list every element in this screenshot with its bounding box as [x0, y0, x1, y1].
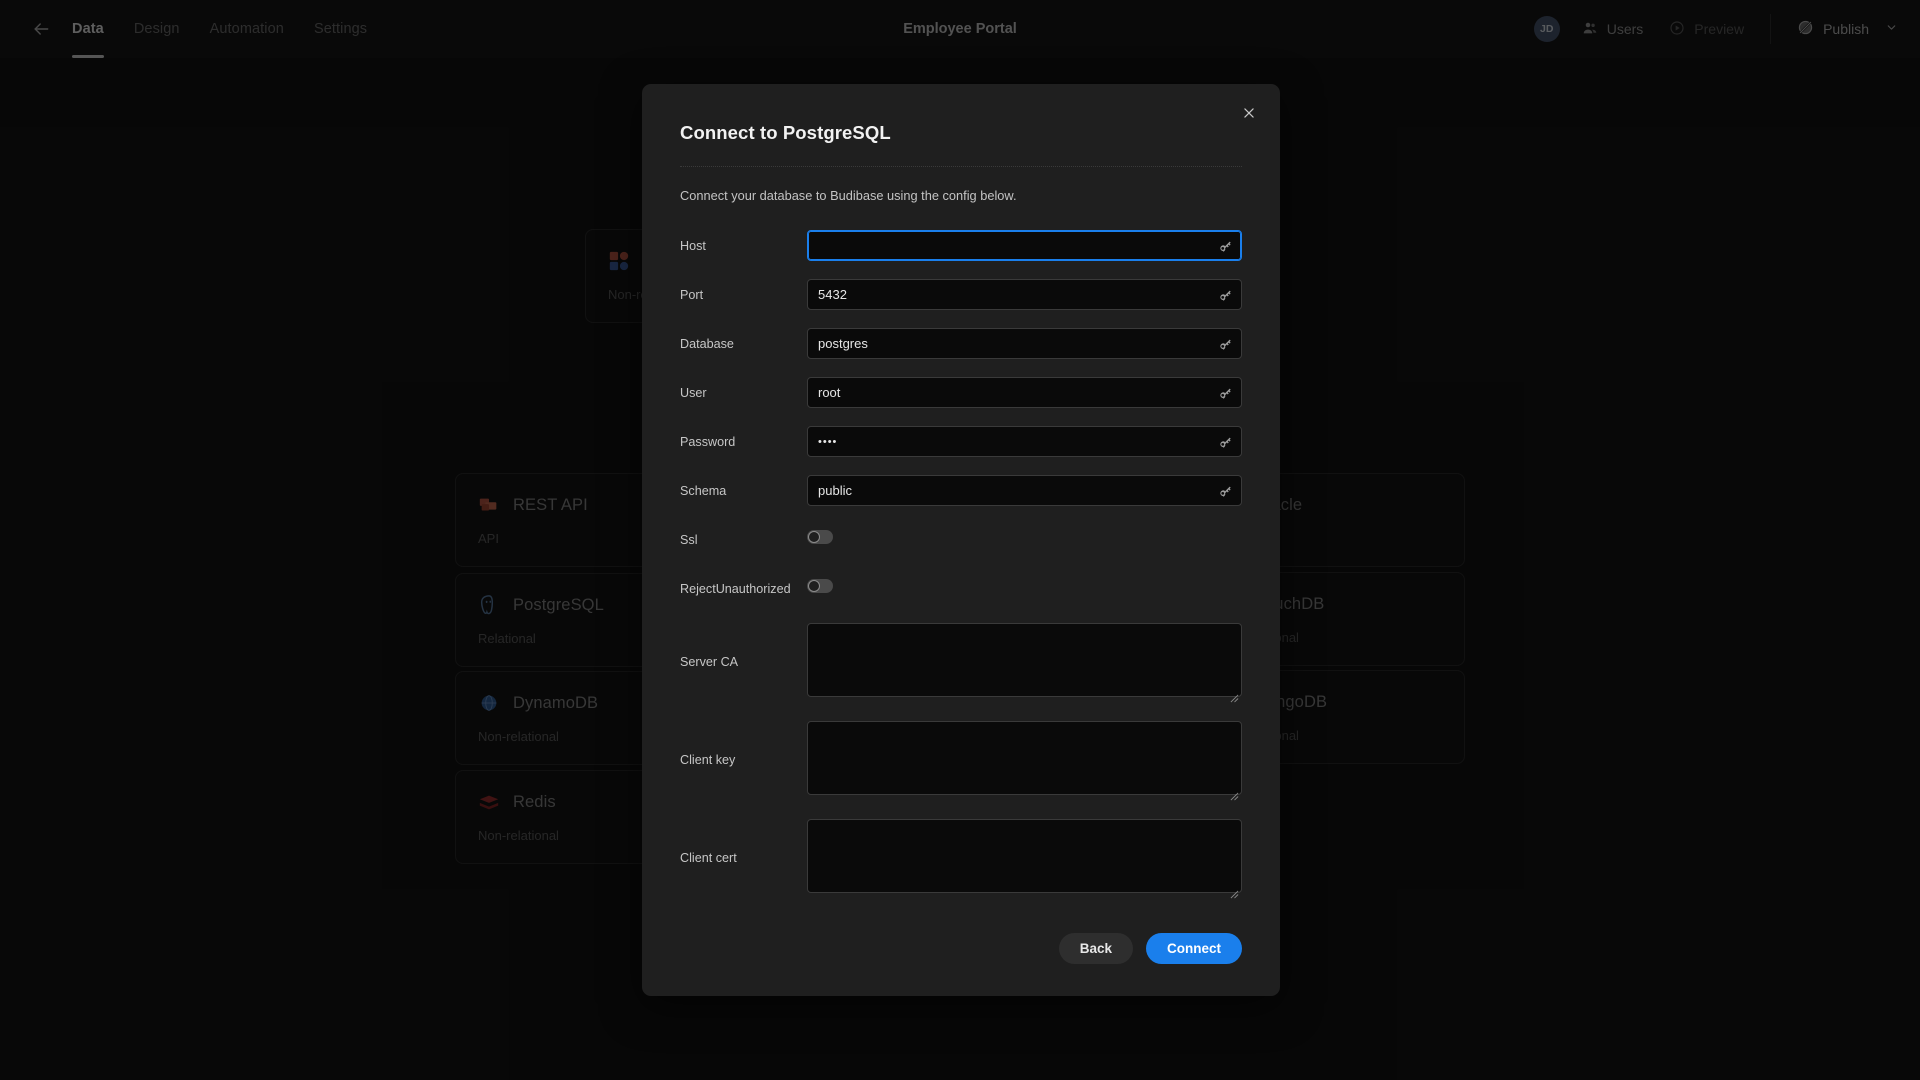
label-database: Database — [680, 336, 734, 351]
control-port — [807, 279, 1242, 310]
form-row-port: Port — [680, 270, 1242, 319]
user-input[interactable] — [807, 377, 1242, 408]
label-client-key: Client key — [680, 753, 736, 767]
key-icon[interactable] — [1218, 287, 1233, 302]
control-password — [807, 426, 1242, 457]
form-row-user: User — [680, 368, 1242, 417]
label-port: Port — [680, 287, 704, 302]
label-user: User — [680, 385, 707, 400]
connect-button[interactable]: Connect — [1146, 933, 1242, 964]
toggle-knob — [808, 531, 820, 543]
form-row-password: Password — [680, 417, 1242, 466]
connect-postgresql-modal: Connect to PostgreSQL Connect your datab… — [642, 84, 1280, 996]
password-input[interactable] — [807, 426, 1242, 457]
database-input[interactable] — [807, 328, 1242, 359]
label-client-cert: Client cert — [680, 851, 737, 865]
form-row-host: Host — [680, 221, 1242, 270]
app-root: Data Design Automation Settings Employee… — [0, 0, 1920, 1080]
label-ssl: Ssl — [680, 532, 698, 547]
control-client-key — [807, 720, 1242, 800]
host-input[interactable] — [807, 230, 1242, 261]
close-icon[interactable] — [1236, 100, 1262, 126]
label-host: Host — [680, 238, 706, 253]
key-icon[interactable] — [1218, 385, 1233, 400]
label-password: Password — [680, 434, 736, 449]
client-cert-textarea[interactable] — [807, 818, 1242, 893]
control-user — [807, 377, 1242, 408]
form-row-client-key: Client key — [680, 711, 1242, 809]
form-row-client-cert: Client cert — [680, 809, 1242, 907]
label-server-ca: Server CA — [680, 655, 739, 669]
control-host — [807, 230, 1242, 261]
modal-body: Connect to PostgreSQL Connect your datab… — [642, 84, 1280, 907]
modal-description: Connect your database to Budibase using … — [680, 188, 1017, 203]
label-reject-unauthorized: RejectUnauthorized — [680, 581, 791, 596]
key-icon[interactable] — [1218, 336, 1233, 351]
control-reject-unauthorized — [807, 579, 1242, 598]
client-key-textarea[interactable] — [807, 720, 1242, 795]
connection-form: Host Port 5432 Database postgres User ro… — [680, 221, 1242, 907]
control-ssl — [807, 530, 1242, 549]
form-row-database: Database — [680, 319, 1242, 368]
label-schema: Schema — [680, 483, 727, 498]
toggle-knob — [808, 580, 820, 592]
port-input[interactable] — [807, 279, 1242, 310]
form-row-schema: Schema — [680, 466, 1242, 515]
control-client-cert — [807, 818, 1242, 898]
control-schema — [807, 475, 1242, 506]
reject-unauthorized-toggle[interactable] — [807, 579, 833, 593]
control-database — [807, 328, 1242, 359]
form-row-reject-unauthorized: RejectUnauthorized — [680, 564, 1242, 613]
key-icon[interactable] — [1218, 434, 1233, 449]
key-icon[interactable] — [1218, 483, 1233, 498]
modal-divider — [680, 166, 1242, 167]
schema-input[interactable] — [807, 475, 1242, 506]
control-server-ca — [807, 622, 1242, 702]
modal-footer: Back Connect — [680, 933, 1242, 964]
form-row-ssl: Ssl — [680, 515, 1242, 564]
key-icon[interactable] — [1218, 238, 1233, 253]
back-button[interactable]: Back — [1058, 933, 1133, 964]
form-row-server-ca: Server CA — [680, 613, 1242, 711]
server-ca-textarea[interactable] — [807, 622, 1242, 697]
ssl-toggle[interactable] — [807, 530, 833, 544]
modal-title: Connect to PostgreSQL — [680, 122, 891, 143]
